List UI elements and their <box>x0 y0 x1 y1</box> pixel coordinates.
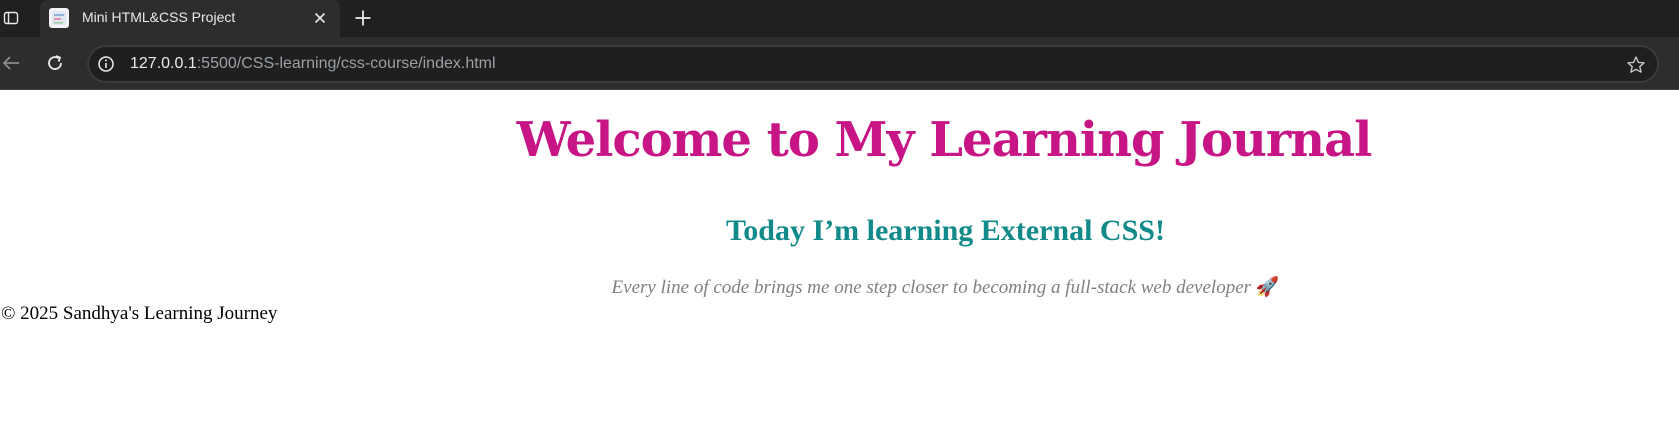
plus-icon[interactable] <box>351 6 375 30</box>
tab-title: Mini HTML&CSS Project <box>82 9 236 25</box>
rocket-icon: 🚀 <box>1255 277 1280 298</box>
page-subheading: Today I’m learning External CSS! <box>726 214 1165 247</box>
page-heading: Welcome to My Learning Journal <box>516 112 1373 168</box>
url-host: 127.0.0.1 <box>130 55 197 72</box>
tab-strip-icon[interactable] <box>0 7 22 29</box>
quote-text: Every line of code brings me one step cl… <box>0 275 1679 299</box>
url-text[interactable]: 127.0.0.1:5500/CSS-learning/css-course/i… <box>130 55 496 73</box>
page-favicon-icon <box>49 8 69 28</box>
browser-tab-bar: Mini HTML&CSS Project <box>0 0 1679 37</box>
footer-copyright: © 2025 Sandhya's Learning Journey <box>1 303 278 324</box>
address-bar[interactable]: 127.0.0.1:5500/CSS-learning/css-course/i… <box>87 45 1659 83</box>
star-icon[interactable] <box>1625 54 1647 76</box>
close-icon[interactable] <box>312 10 328 26</box>
back-arrow-icon[interactable] <box>0 50 24 76</box>
page-content: Welcome to My Learning Journal Today I’m… <box>0 90 1679 433</box>
reload-icon[interactable] <box>42 50 68 76</box>
browser-tab-active[interactable]: Mini HTML&CSS Project <box>40 0 340 37</box>
url-path: :5500/CSS-learning/css-course/index.html <box>196 55 496 72</box>
info-icon[interactable] <box>97 55 115 73</box>
quote-body: Every line of code brings me one step cl… <box>611 277 1252 298</box>
browser-toolbar: 127.0.0.1:5500/CSS-learning/css-course/i… <box>0 37 1679 90</box>
